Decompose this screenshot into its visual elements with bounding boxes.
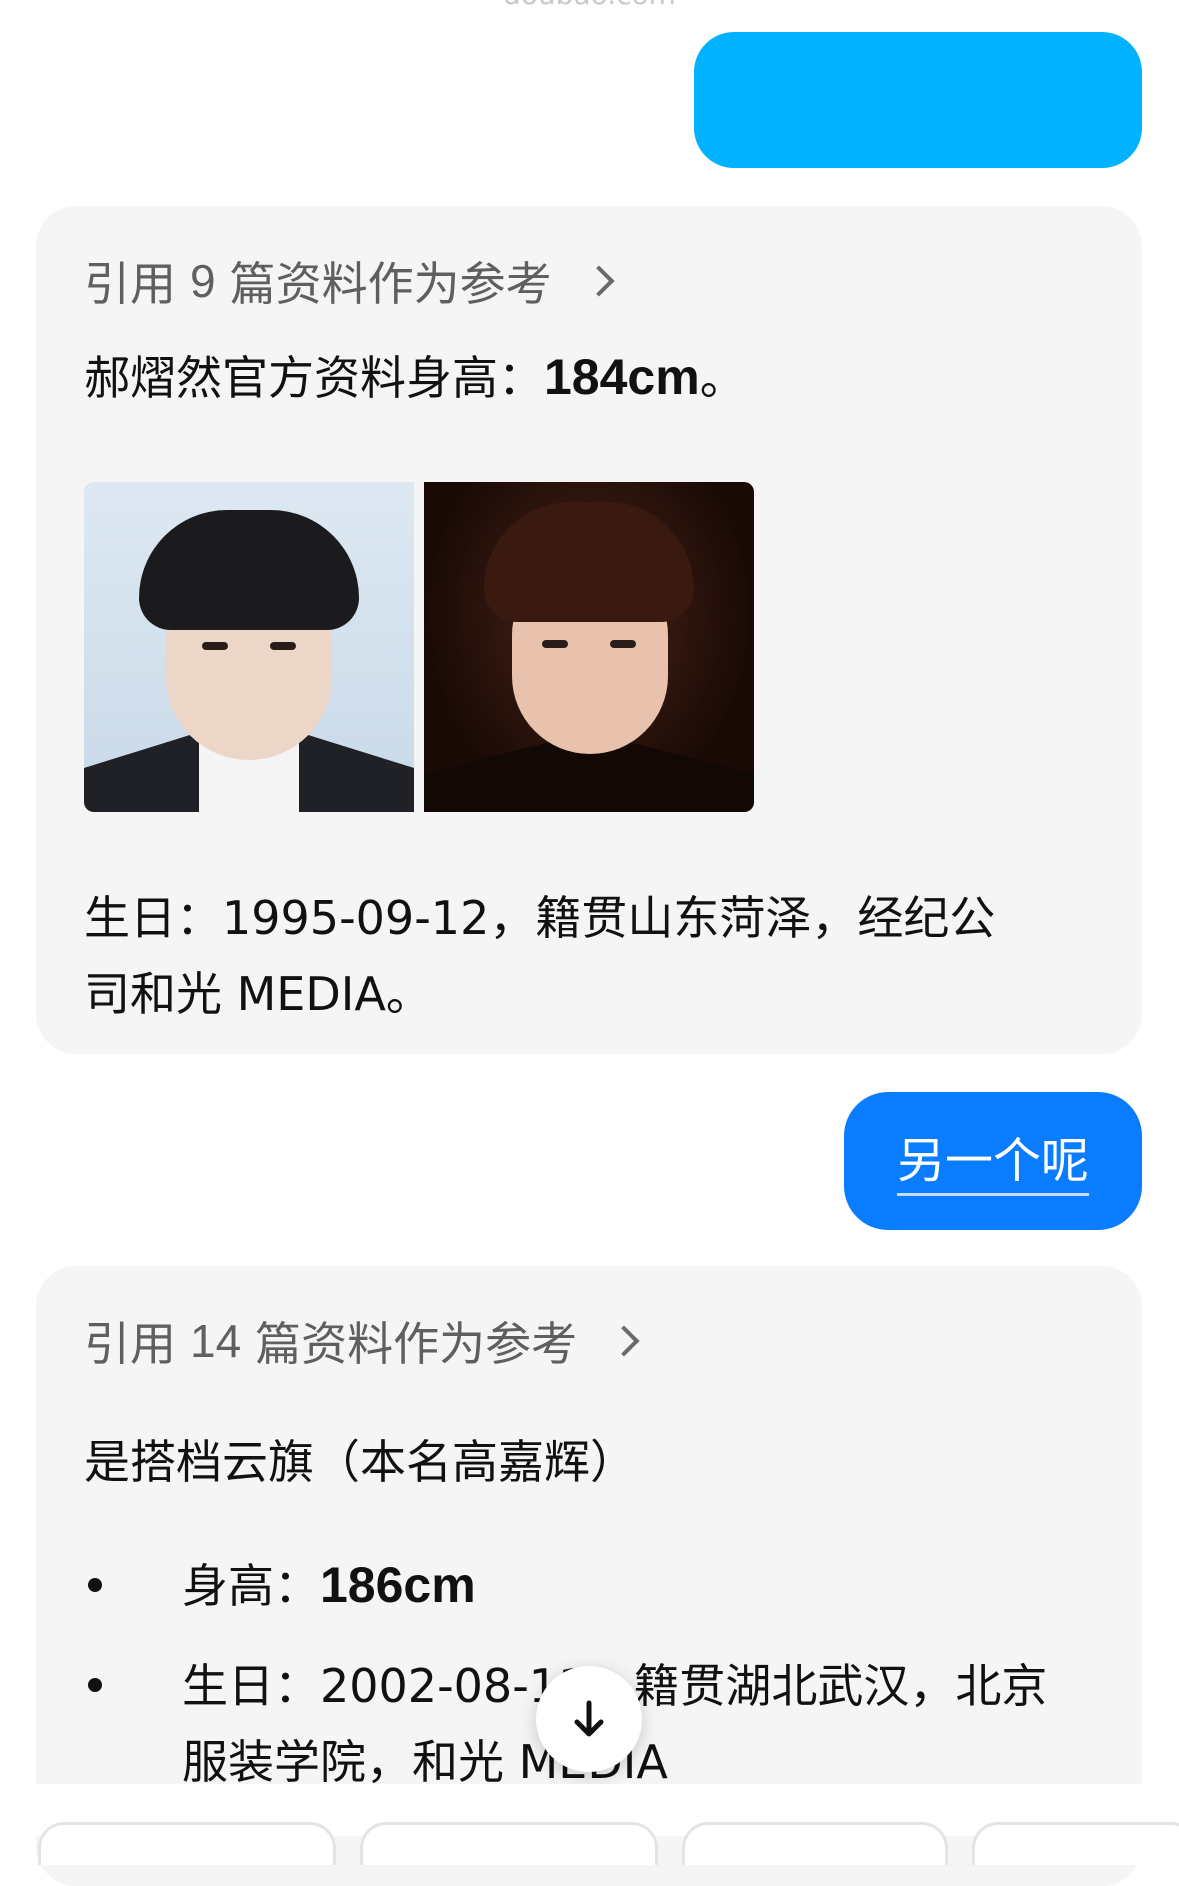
bullet-value: 186cm xyxy=(320,1557,476,1613)
partner-intro: 是搭档云旗（本名高嘉辉） xyxy=(84,1435,636,1489)
suggestion-chip-2[interactable] xyxy=(360,1822,658,1865)
reference-sources-link[interactable]: 引用 9 篇资料作为参考 xyxy=(84,248,615,314)
user-message-bubble-previous[interactable] xyxy=(694,32,1142,168)
user-message-bubble[interactable]: 另一个呢 xyxy=(844,1092,1142,1230)
portrait-photo-2[interactable] xyxy=(424,482,754,812)
bullet-label: 身高： xyxy=(182,1559,320,1613)
ref-prefix: 引用 xyxy=(84,257,176,311)
suggestion-chip-1[interactable] xyxy=(38,1822,336,1865)
photo-gallery xyxy=(84,482,754,812)
bio-line-1: 生日：1995-09-12，籍贯山东菏泽，经纪公 xyxy=(84,891,996,945)
chevron-right-icon xyxy=(608,1325,640,1357)
portrait-photo-1[interactable] xyxy=(84,482,414,812)
bio-line-2: 司和光 MEDIA。 xyxy=(84,967,432,1021)
reference-sources-link[interactable]: 引用 14 篇资料作为参考 xyxy=(84,1308,640,1374)
ref-prefix: 引用 xyxy=(84,1317,176,1371)
bottom-suggestion-bar xyxy=(0,1784,1179,1865)
bullet-icon xyxy=(88,1578,102,1592)
ref-count: 9 xyxy=(190,255,216,307)
user-message-text: 另一个呢 xyxy=(896,1121,1089,1196)
ref-suffix: 篇资料作为参考 xyxy=(229,257,552,311)
assistant-reply-card-1: 引用 9 篇资料作为参考 郝熠然官方资料身高：184cm。 生日：1995-09… xyxy=(36,206,1142,1054)
suggestion-chip-3[interactable] xyxy=(682,1822,948,1865)
height-label: 郝熠然官方资料身高： xyxy=(84,351,544,405)
domain-watermark: doubao.com xyxy=(0,0,1179,11)
scroll-to-bottom-button[interactable] xyxy=(536,1666,642,1772)
bullet-icon xyxy=(88,1678,102,1692)
height-value: 184cm xyxy=(544,349,700,405)
height-end: 。 xyxy=(699,351,746,405)
suggestion-chip-4[interactable] xyxy=(972,1822,1179,1865)
chevron-right-icon xyxy=(583,265,615,297)
arrow-down-icon xyxy=(574,1700,604,1737)
ref-count: 14 xyxy=(190,1315,242,1367)
height-statement: 郝熠然官方资料身高：184cm。 xyxy=(84,342,746,408)
ref-suffix: 篇资料作为参考 xyxy=(255,1317,578,1371)
